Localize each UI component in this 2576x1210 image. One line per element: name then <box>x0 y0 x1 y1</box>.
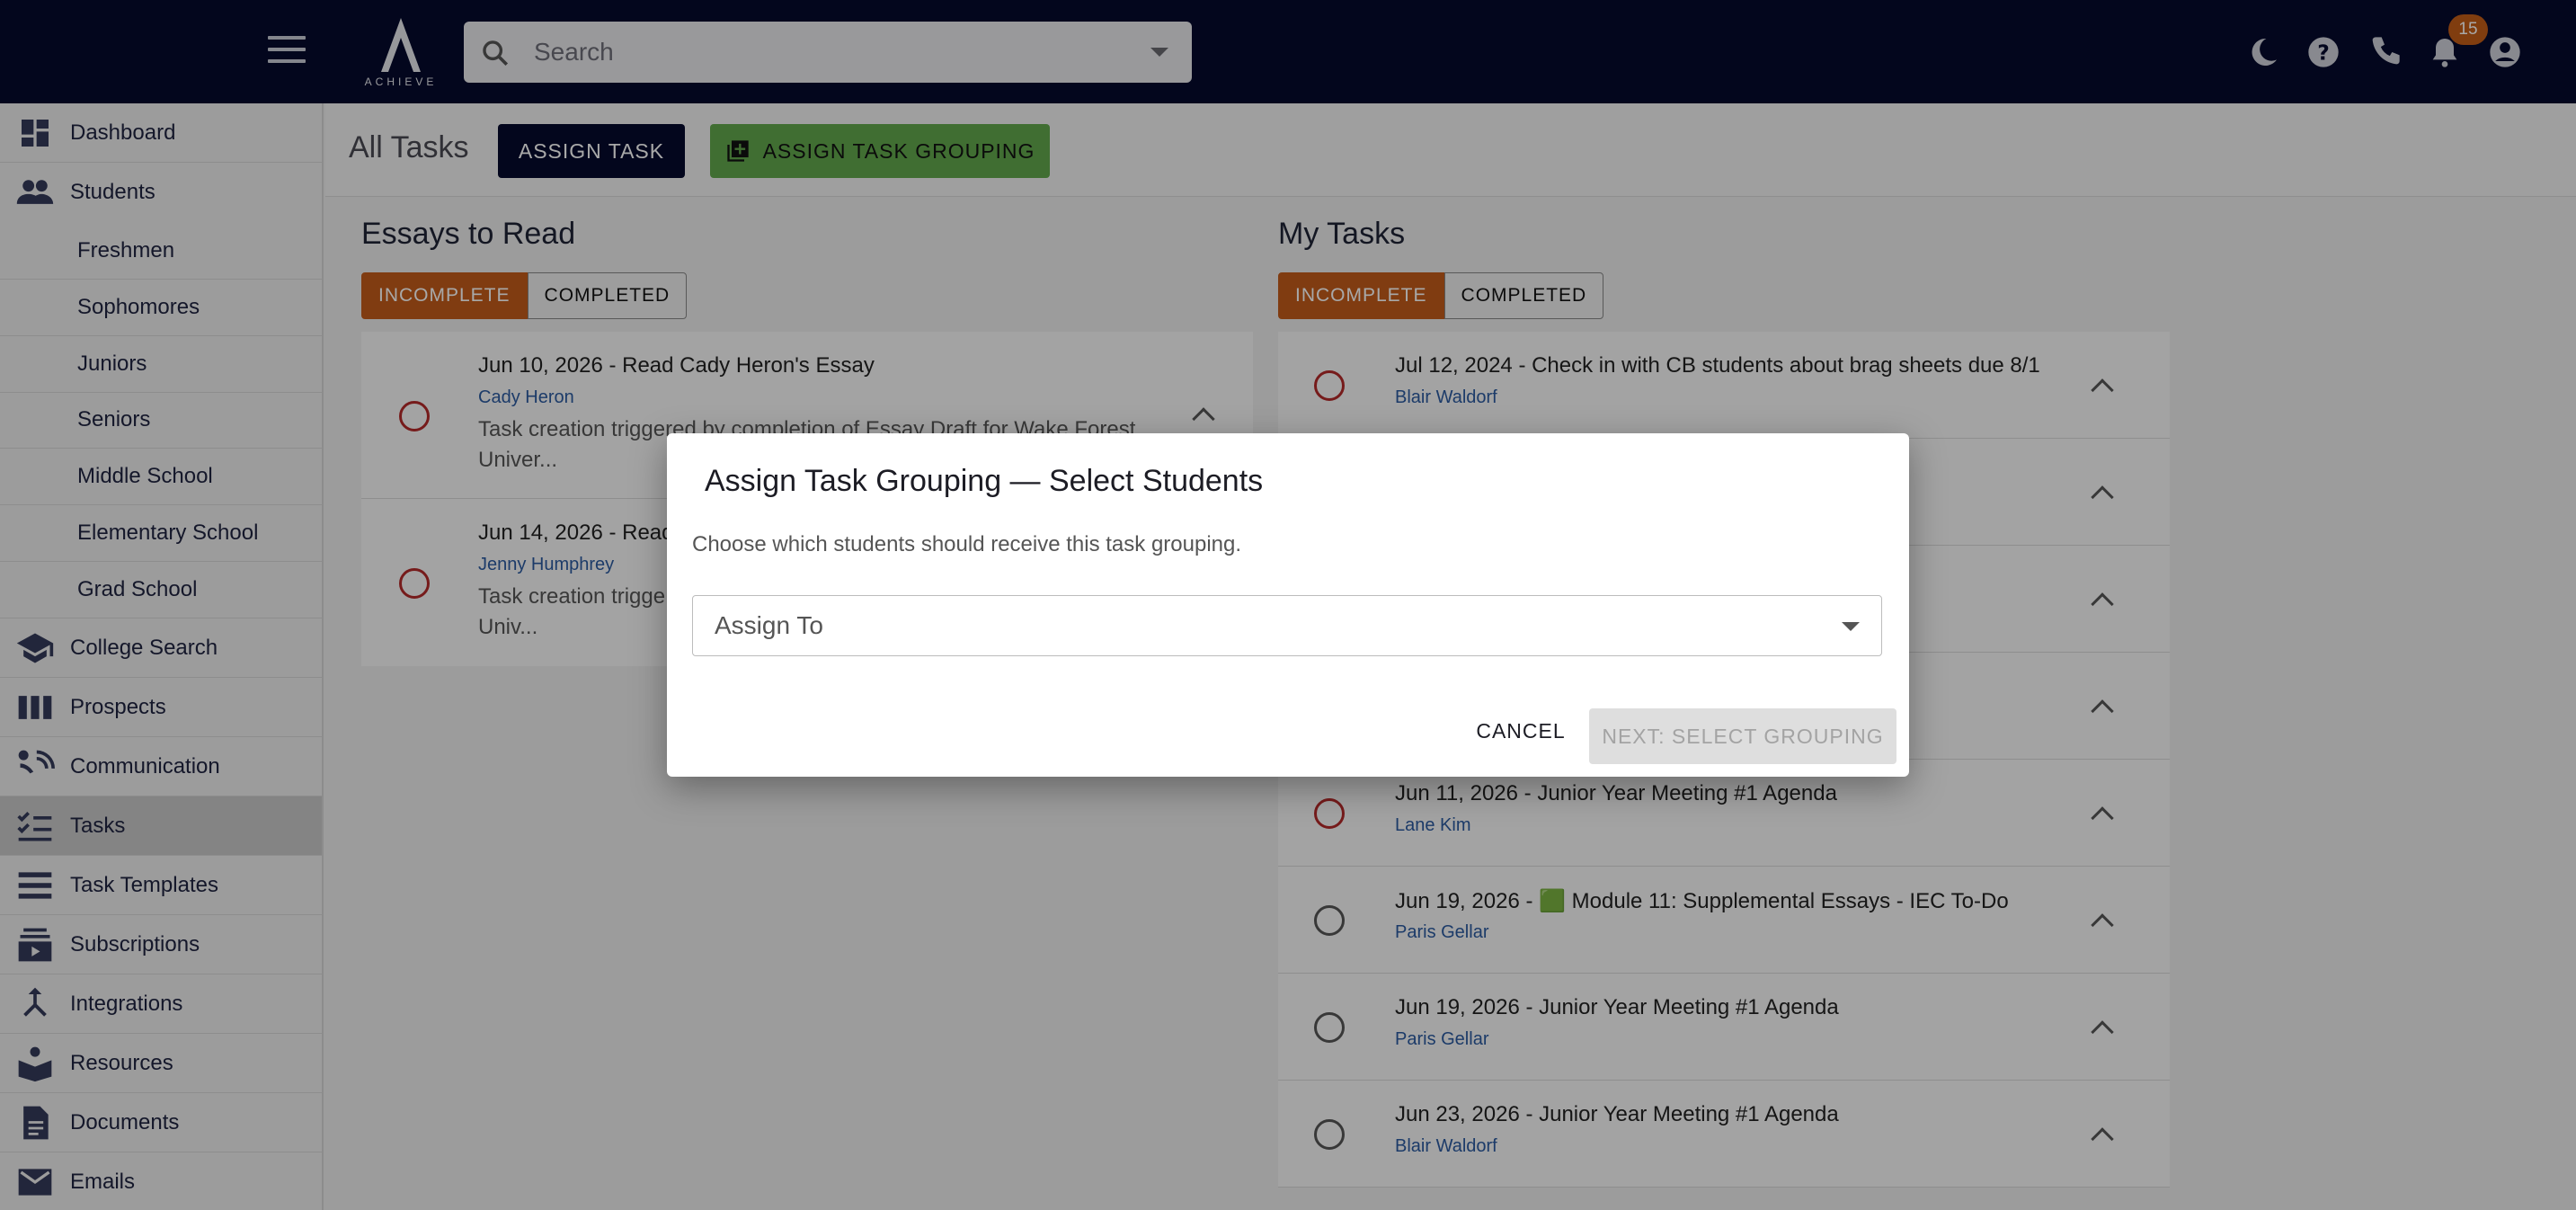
next-select-grouping-button[interactable]: NEXT: SELECT GROUPING <box>1589 708 1896 764</box>
dialog-subtitle: Choose which students should receive thi… <box>692 532 1242 556</box>
dialog-title: Assign Task Grouping — Select Students <box>705 464 1264 498</box>
assign-to-placeholder: Assign To <box>715 611 823 639</box>
assign-to-select[interactable]: Assign To <box>692 595 1882 656</box>
cancel-button[interactable]: CANCEL <box>1467 708 1575 753</box>
assign-grouping-dialog: Assign Task Grouping — Select Students C… <box>667 433 1909 777</box>
chevron-down-icon <box>1842 622 1860 631</box>
